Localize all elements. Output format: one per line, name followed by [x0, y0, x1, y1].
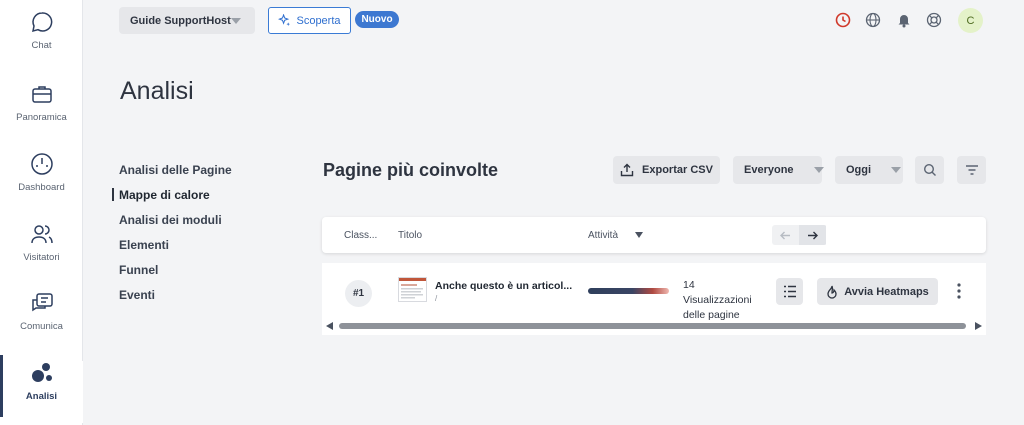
subnav-item-elements[interactable]: Elementi	[119, 232, 232, 257]
segment-select[interactable]: Everyone	[733, 156, 824, 184]
site-select[interactable]: Guide SupportHost	[119, 7, 255, 34]
flame-icon	[827, 285, 837, 299]
page-views-count: 14 Visualizzazioni delle pagine	[683, 279, 752, 321]
scroll-left-arrow-icon[interactable]	[326, 322, 333, 330]
users-icon	[30, 225, 53, 244]
scroll-right-button[interactable]	[799, 225, 826, 245]
details-list-button[interactable]	[776, 278, 803, 305]
arrow-right-icon	[808, 231, 818, 239]
briefcase-icon	[31, 86, 52, 103]
help-lifebuoy-icon[interactable]	[926, 12, 942, 28]
page-url: /	[435, 294, 438, 303]
search-icon	[923, 163, 936, 176]
rank-badge: #1	[345, 280, 372, 307]
column-scroll-arrows	[772, 225, 827, 245]
rail-label-visitatori: Visitatori	[23, 252, 60, 263]
segment-select-value: Everyone	[744, 164, 794, 176]
date-range-select[interactable]: Oggi	[835, 156, 903, 184]
more-vertical-icon[interactable]	[956, 282, 962, 300]
horizontal-scrollbar[interactable]	[322, 320, 986, 332]
rail-item-panoramica[interactable]: Panoramica	[0, 82, 83, 144]
chevron-down-icon	[891, 167, 902, 173]
rail-label-comunica: Comunica	[20, 321, 63, 332]
rail-item-visitatori[interactable]: Visitatori	[0, 222, 83, 284]
page-thumbnail-image	[399, 278, 426, 299]
discover-label: Scoperta	[296, 14, 341, 27]
start-heatmaps-label: Avvia Heatmaps	[844, 285, 929, 298]
new-badge: Nuovo	[355, 11, 399, 28]
discover-button[interactable]: Scoperta	[268, 7, 351, 34]
subnav-item-heatmaps[interactable]: Mappe di calore	[112, 182, 232, 207]
table-header: Class... Titolo Attività	[322, 217, 986, 253]
chevron-down-icon	[813, 167, 824, 173]
column-title[interactable]: Titolo	[398, 230, 422, 241]
left-rail: Chat Panoramica Dashboard Visitatori Com…	[0, 0, 83, 425]
rail-label-chat: Chat	[31, 40, 52, 51]
date-range-value: Oggi	[846, 164, 872, 176]
column-rank[interactable]: Class...	[344, 230, 377, 241]
filter-button[interactable]	[957, 156, 986, 184]
export-csv-label: Exportar CSV	[642, 164, 713, 176]
analytics-subnav: Analisi delle Pagine Mappe di calore Ana…	[112, 157, 232, 307]
rail-item-chat[interactable]: Chat	[0, 10, 83, 72]
subnav-item-events[interactable]: Eventi	[119, 282, 232, 307]
rail-item-comunica[interactable]: Comunica	[0, 291, 83, 353]
export-csv-button[interactable]: Exportar CSV	[613, 156, 720, 184]
scroll-right-arrow-icon[interactable]	[975, 322, 982, 330]
page-title: Analisi	[120, 77, 194, 105]
analytics-icon	[31, 363, 52, 382]
subnav-item-form-analytics[interactable]: Analisi dei moduli	[119, 207, 232, 232]
section-title: Pagine più coinvolte	[323, 160, 499, 180]
rail-item-dashboard[interactable]: Dashboard	[0, 152, 83, 214]
chevron-down-icon	[231, 18, 241, 24]
page-thumbnail	[398, 277, 427, 302]
rail-label-panoramica: Panoramica	[16, 112, 67, 123]
sparkle-icon	[278, 14, 291, 27]
activity-bar	[588, 288, 669, 294]
bell-icon[interactable]	[896, 12, 912, 28]
rail-label-dashboard: Dashboard	[18, 182, 65, 193]
upload-icon	[620, 163, 634, 177]
scroll-left-button[interactable]	[772, 225, 799, 245]
avatar[interactable]: C	[958, 8, 983, 33]
page-title-cell[interactable]: Anche questo è un articol...	[435, 280, 572, 292]
rail-item-analisi[interactable]: Analisi	[0, 355, 83, 423]
column-activity[interactable]: Attività	[588, 230, 618, 241]
globe-icon[interactable]	[865, 12, 881, 28]
messages-icon	[31, 293, 53, 312]
site-select-value: Guide SupportHost	[130, 14, 231, 27]
list-icon	[783, 285, 796, 298]
start-heatmaps-button[interactable]: Avvia Heatmaps	[817, 278, 938, 305]
subnav-item-funnel[interactable]: Funnel	[119, 257, 232, 282]
arrow-left-icon	[780, 231, 790, 239]
search-button[interactable]	[915, 156, 944, 184]
chat-icon	[31, 12, 52, 33]
filter-icon	[965, 165, 978, 175]
rail-label-analisi: Analisi	[25, 391, 58, 402]
sort-down-icon[interactable]	[635, 232, 643, 238]
scrollbar-thumb[interactable]	[339, 323, 966, 329]
subnav-item-page-analytics[interactable]: Analisi delle Pagine	[119, 157, 232, 182]
clock-icon[interactable]	[835, 12, 851, 28]
gauge-icon	[30, 153, 53, 175]
